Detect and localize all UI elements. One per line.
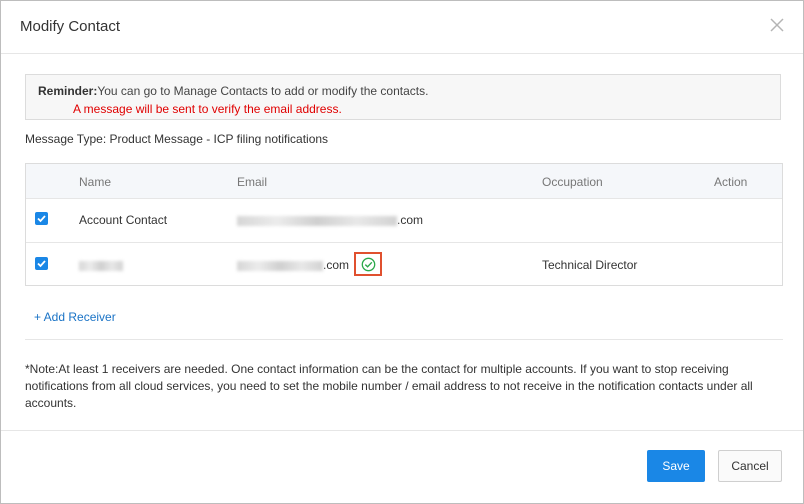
reminder-text: Reminder:You can go to Manage Contacts t…	[38, 84, 428, 98]
check-circle-icon	[354, 252, 382, 276]
contact-occupation: Technical Director	[542, 258, 638, 272]
reminder-box: Reminder:You can go to Manage Contacts t…	[25, 74, 781, 120]
column-header-name: Name	[79, 175, 112, 189]
redacted-name	[79, 260, 123, 271]
table-header: Name Email Occupation Action	[26, 164, 782, 199]
row-checkbox[interactable]	[35, 257, 48, 270]
redacted-email	[237, 215, 397, 226]
email-suffix: .com	[397, 213, 424, 227]
column-header-email: Email	[237, 175, 268, 189]
column-header-action: Action	[714, 175, 748, 189]
dialog-title: Modify Contact	[20, 18, 121, 35]
note-text: *Note:At least 1 receivers are needed. O…	[25, 362, 753, 410]
verification-warning: A message will be sent to verify the ema…	[73, 102, 342, 116]
save-button[interactable]: Save	[647, 450, 705, 482]
divider	[25, 339, 783, 340]
email-suffix: .com	[323, 258, 350, 272]
contact-email: .com	[237, 213, 423, 227]
close-icon[interactable]	[767, 15, 787, 35]
table-row: Account Contact .com	[26, 198, 782, 243]
row-checkbox[interactable]	[35, 212, 48, 225]
contact-name	[79, 258, 123, 272]
redacted-email	[237, 260, 323, 271]
contacts-table: Name Email Occupation Action Account Con…	[25, 163, 783, 286]
dialog-header: Modify Contact	[1, 1, 803, 54]
contact-email: .com	[237, 258, 349, 272]
reminder-message: You can go to Manage Contacts to add or …	[97, 84, 429, 98]
cancel-button[interactable]: Cancel	[718, 450, 782, 482]
column-header-occupation: Occupation	[542, 175, 603, 189]
add-receiver-link[interactable]: + Add Receiver	[34, 310, 116, 324]
contact-name: Account Contact	[79, 213, 168, 227]
reminder-label: Reminder:	[38, 84, 98, 98]
table-row: .com Technical Director	[26, 243, 782, 287]
message-type: Message Type: Product Message - ICP fili…	[25, 132, 329, 146]
modify-contact-dialog: Modify Contact Reminder:You can go to Ma…	[0, 0, 804, 504]
footer-divider	[1, 430, 803, 431]
